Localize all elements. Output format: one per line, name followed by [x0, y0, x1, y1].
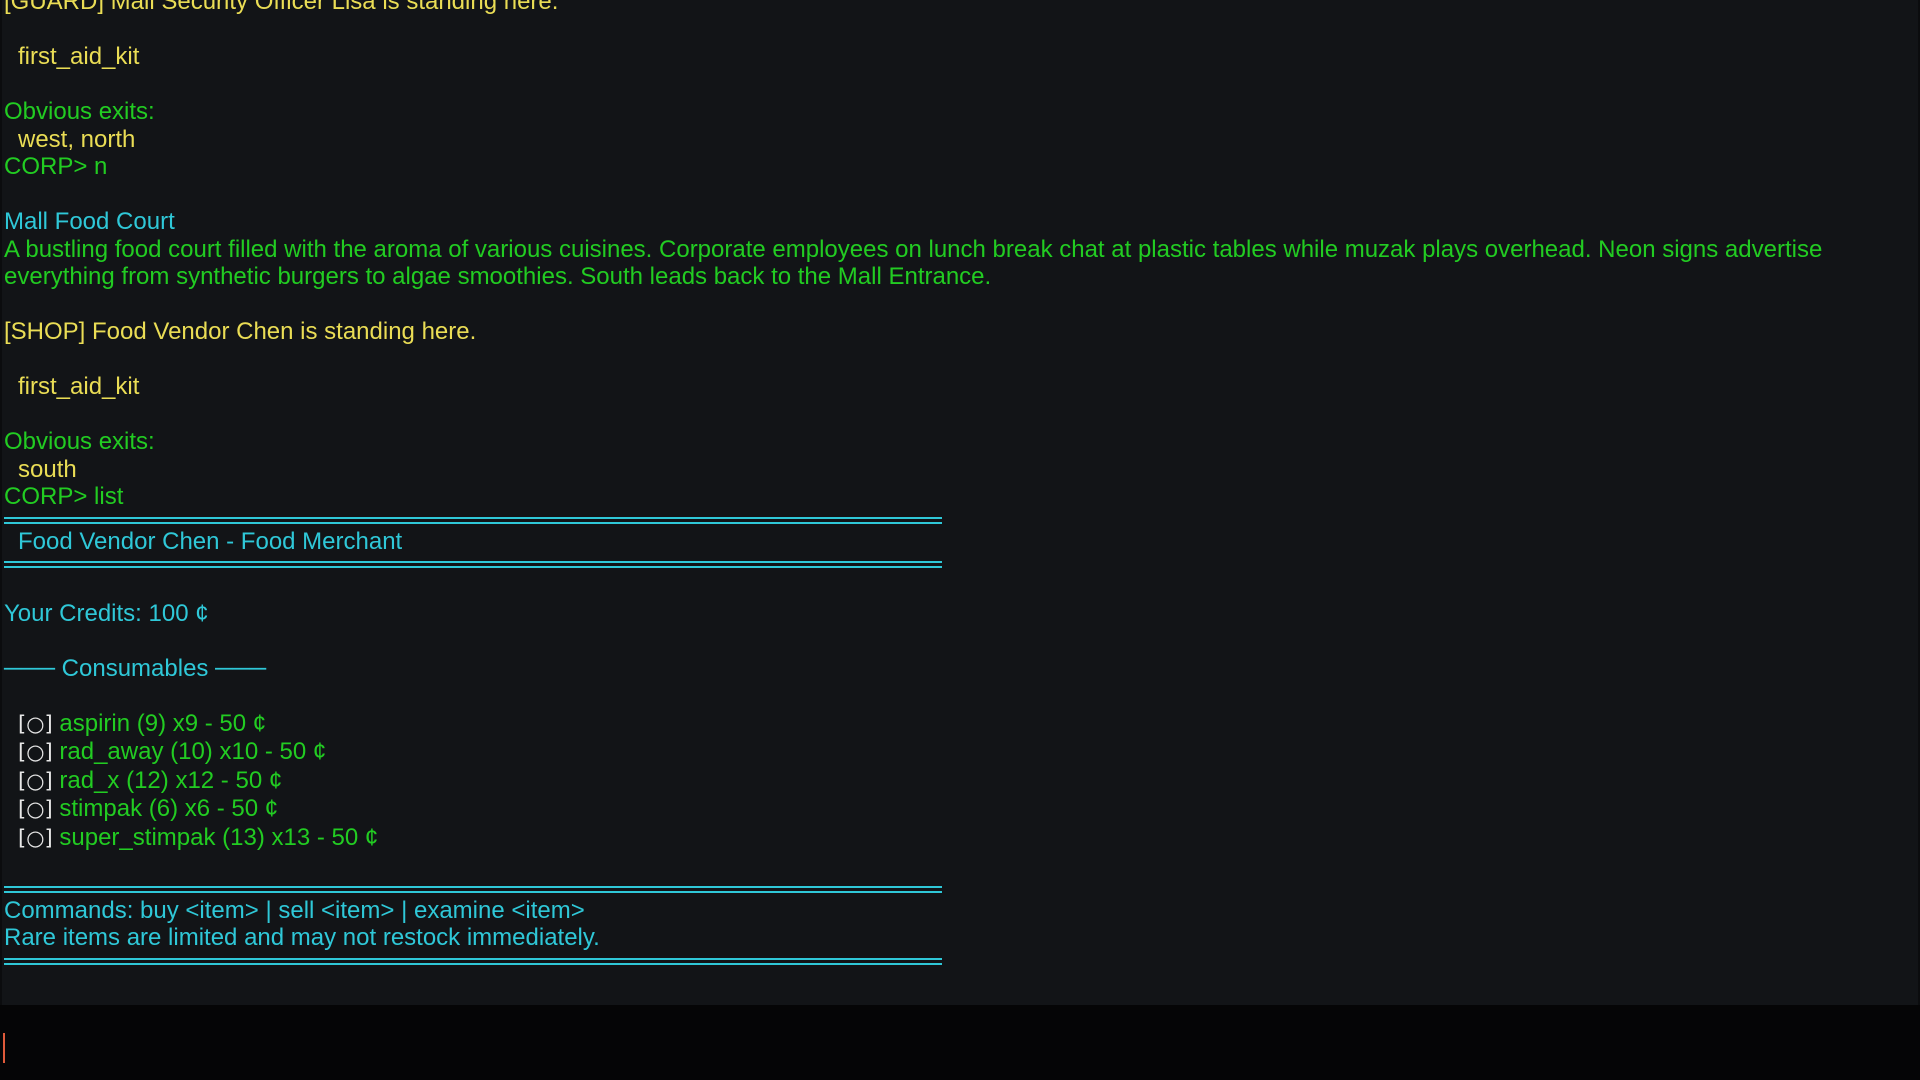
room-item: first_aid_kit	[18, 373, 140, 400]
category-header: ─── Consumables ───	[4, 654, 267, 682]
npc-presence-line: [SHOP] Food Vendor Chen is standing here…	[4, 318, 477, 345]
shop-note: Rare items are limited and may not resto…	[4, 924, 600, 951]
shop-item-label: super_stimpak (13) x13 - 50 ¢	[59, 823, 379, 851]
shop-commands-help: Commands: buy <item> | sell <item> | exa…	[4, 896, 585, 924]
item-marker-icon: [○]	[18, 768, 53, 793]
room-name: Mall Food Court	[4, 208, 175, 235]
shop-item-label: rad_away (10) x10 - 50 ¢	[59, 738, 327, 765]
item-marker-icon: [○]	[18, 740, 53, 764]
shop-item-label: stimpak (6) x6 - 50 ¢	[59, 795, 279, 822]
shop-divider	[4, 885, 942, 893]
exits-label: Obvious exits:	[4, 98, 155, 125]
item-marker-icon: [○]	[18, 797, 53, 821]
exits-label: Obvious exits:	[4, 428, 155, 455]
shop-item-label: rad_x (12) x12 - 50 ¢	[59, 766, 283, 794]
terminal-output[interactable]: [GUARD] Mall Security Officer Lisa is st…	[2, 0, 1918, 1005]
command-input-bar	[0, 1005, 1920, 1080]
shop-divider-bottom	[4, 957, 942, 965]
command-echo: CORP> list	[4, 483, 124, 510]
shop-divider	[4, 561, 942, 568]
command-echo: CORP> n	[4, 153, 108, 180]
output-log: [GUARD] Mall Security Officer Lisa is st…	[4, 0, 1910, 969]
text-cursor	[3, 1033, 5, 1063]
item-marker-icon: [○]	[18, 825, 53, 850]
exits-list: west, north	[18, 125, 136, 153]
credits-display: Your Credits: 100 ¢	[4, 599, 209, 627]
shop-title: Food Vendor Chen - Food Merchant	[18, 527, 403, 555]
room-description: A bustling food court filled with the ar…	[4, 235, 1829, 291]
item-marker-icon: [○]	[18, 711, 53, 736]
shop-divider-top	[4, 516, 942, 524]
room-item: first_aid_kit	[18, 43, 140, 70]
shop-item[interactable]: [○] stimpak (6) x6 - 50 ¢	[4, 795, 1910, 824]
shop-item[interactable]: [○] rad_away (10) x10 - 50 ¢	[4, 738, 1910, 767]
shop-item-label: aspirin (9) x9 - 50 ¢	[59, 709, 267, 737]
shop-item[interactable]: [○] rad_x (12) x12 - 50 ¢	[4, 767, 1910, 796]
shop-item[interactable]: [○] aspirin (9) x9 - 50 ¢	[4, 710, 1910, 739]
exits-list: south	[18, 455, 77, 483]
shop-item[interactable]: [○] super_stimpak (13) x13 - 50 ¢	[4, 824, 1910, 853]
command-input[interactable]	[8, 1025, 1892, 1067]
guard-presence-line: [GUARD] Mall Security Officer Lisa is st…	[4, 0, 559, 15]
